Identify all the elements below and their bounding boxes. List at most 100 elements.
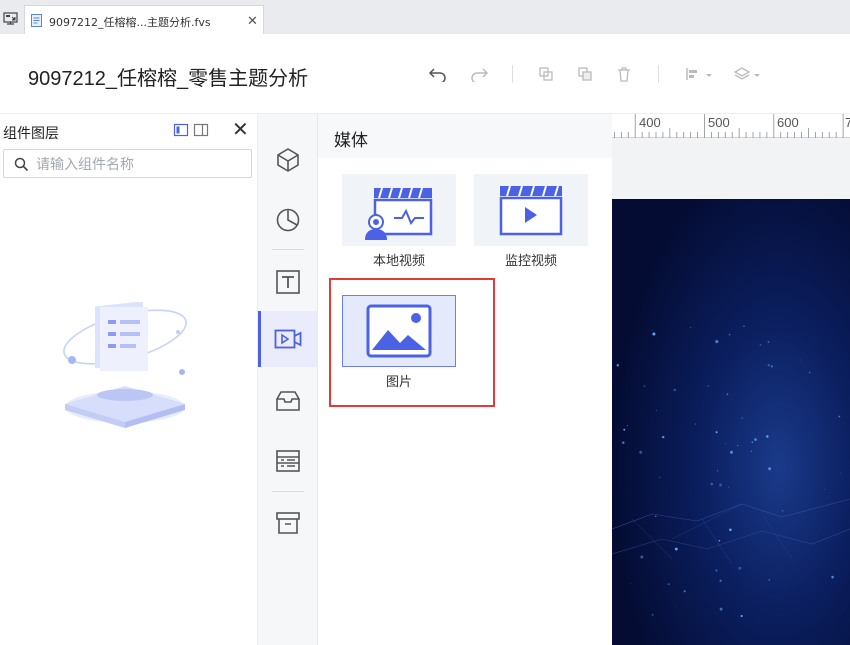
media-panel-title: 媒体	[334, 131, 368, 150]
background-star	[741, 417, 743, 419]
rail-item-container[interactable]	[258, 373, 318, 429]
media-icon	[274, 329, 302, 349]
rail-item-chart[interactable]	[258, 192, 318, 248]
bring-forward-button[interactable]	[533, 62, 559, 86]
rail-item-table[interactable]	[258, 433, 318, 489]
background-star	[743, 325, 745, 327]
background-star	[751, 441, 754, 443]
background-star	[759, 344, 762, 346]
tab-title: 9097212_任榕榕...主题分析.fvs	[49, 16, 211, 29]
monitor-video-icon	[499, 185, 563, 236]
background-star	[839, 472, 841, 474]
rail-item-text[interactable]	[258, 254, 318, 310]
background-star	[717, 470, 718, 472]
background-star	[673, 388, 677, 392]
ruler-label: 600	[777, 115, 799, 130]
table-icon	[276, 450, 300, 472]
media-item-local-video[interactable]: 本地视频	[342, 174, 456, 269]
component-search-input[interactable]	[36, 154, 236, 174]
media-item-label: 监控视频	[504, 253, 557, 268]
media-item-monitor-video[interactable]: 监控视频	[474, 174, 588, 269]
layers-icon	[733, 67, 760, 80]
media-item-label: 图片	[385, 374, 412, 389]
background-star	[651, 329, 653, 331]
background-star	[831, 575, 834, 579]
rail-item-archive[interactable]	[258, 495, 318, 551]
background-star	[728, 486, 730, 488]
chart-icon	[276, 208, 300, 232]
background-star	[695, 423, 697, 425]
background-star	[658, 476, 661, 479]
layer-down-icon	[578, 67, 592, 81]
background-star	[655, 515, 657, 517]
ruler-label: 400	[639, 115, 661, 130]
background-star	[770, 365, 773, 368]
header: 9097212_任榕榕_零售主题分析	[0, 34, 850, 114]
background-star	[623, 428, 626, 431]
background-star	[715, 340, 719, 344]
background-star	[626, 425, 628, 427]
dock-right-icon[interactable]	[193, 122, 209, 138]
dock-left-icon[interactable]	[173, 122, 189, 138]
tab-close-button[interactable]: ✕	[247, 13, 258, 29]
app-menu-icon[interactable]	[3, 12, 18, 26]
background-star	[719, 579, 722, 582]
undo-button[interactable]	[425, 62, 451, 86]
media-item-image[interactable]: 图片	[342, 295, 456, 390]
3d-component-icon	[277, 148, 299, 172]
background-star	[808, 371, 811, 374]
redo-icon	[471, 68, 489, 82]
rail-item-3d[interactable]	[258, 132, 318, 188]
media-panel: 媒体 本地视频 监控视频 图片	[318, 114, 612, 645]
background-star	[655, 409, 657, 411]
background-star	[629, 582, 631, 584]
archive-icon	[276, 512, 300, 534]
media-item-label: 本地视频	[372, 253, 425, 268]
background-star	[728, 333, 731, 336]
empty-state-illustration	[63, 302, 187, 428]
text-icon	[276, 270, 300, 294]
background-star	[718, 539, 721, 542]
rail-item-media[interactable]	[258, 311, 318, 367]
file-icon	[31, 14, 42, 27]
layer-dropdown[interactable]	[731, 62, 763, 86]
container-icon	[276, 391, 300, 411]
background-star	[781, 510, 784, 512]
background-star	[651, 613, 654, 616]
background-star	[719, 483, 723, 487]
background-star	[767, 341, 770, 343]
media-thumb	[342, 174, 456, 246]
document-title: 9097212_任榕榕_零售主题分析	[28, 68, 309, 90]
background-star	[643, 385, 646, 388]
background-star	[710, 482, 714, 486]
media-thumb	[342, 295, 456, 367]
image-icon	[366, 304, 432, 358]
close-panel-button[interactable]: ✕	[232, 118, 249, 142]
background-star	[730, 450, 733, 454]
background-star	[738, 566, 742, 570]
send-backward-button[interactable]	[572, 62, 598, 86]
background-star	[768, 467, 772, 471]
background-star	[729, 528, 732, 532]
component-category-rail	[258, 114, 318, 645]
background-star	[768, 579, 770, 581]
redo-button[interactable]	[466, 62, 492, 86]
background-star	[726, 393, 729, 396]
document-tab[interactable]: 9097212_任榕榕...主题分析.fvs ✕	[24, 5, 264, 34]
background-star	[674, 547, 678, 551]
background-star	[640, 555, 644, 559]
delete-button[interactable]	[611, 62, 637, 86]
align-dropdown[interactable]	[683, 62, 715, 86]
background-star	[715, 431, 718, 434]
background-star	[639, 450, 643, 454]
background-star	[754, 438, 757, 441]
ruler-label: 500	[708, 115, 730, 130]
background-star	[675, 605, 676, 607]
search-icon	[14, 157, 29, 172]
panel-title: 组件图层	[3, 125, 59, 141]
media-panel-header: 媒体	[318, 114, 612, 158]
background-star	[725, 442, 727, 444]
background-star	[766, 435, 769, 438]
background-star	[707, 385, 710, 387]
background-star	[661, 435, 665, 439]
